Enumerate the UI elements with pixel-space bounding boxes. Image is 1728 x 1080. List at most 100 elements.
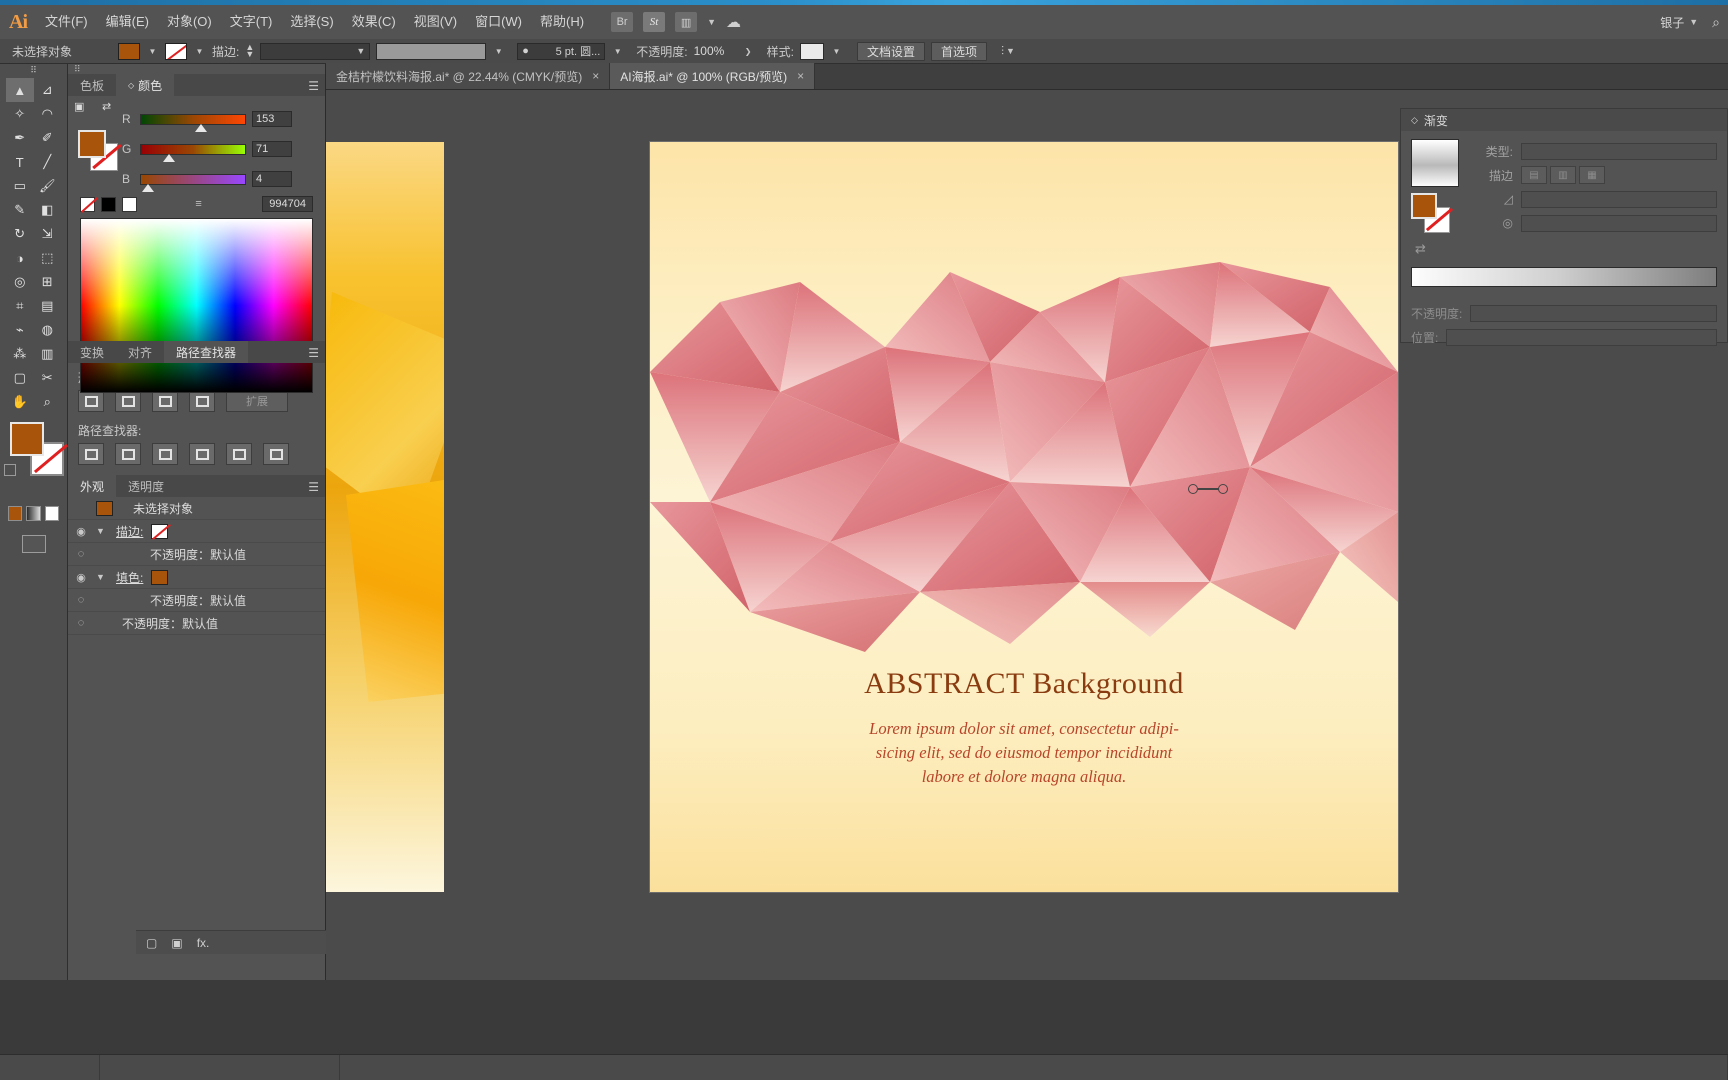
menu-help[interactable]: 帮助(H) [531,5,593,39]
stock-icon[interactable]: St [643,12,666,32]
visibility-eye-icon[interactable]: ◌ [74,617,88,629]
panel-menu-icon[interactable]: ☰ [308,480,319,494]
chevron-down-icon[interactable]: ▼ [707,17,716,27]
free-transform-tool[interactable]: ⬚ [34,246,62,270]
stroke-weight-input[interactable]: ▼ [260,42,371,60]
brush-definition-combo[interactable]: ● 5 pt. 圆... [517,42,606,60]
opacity-flyout-icon[interactable]: ❯ [741,42,755,60]
appearance-row-stroke-opacity[interactable]: ◌ 不透明度：默认值 [68,543,325,566]
add-effect-icon[interactable]: fx. [197,936,210,950]
tab-transform[interactable]: 变换 [68,341,116,363]
expand-button[interactable]: 扩展 [226,390,288,412]
bridge-icon[interactable]: Br [611,12,634,32]
scale-tool[interactable]: ⇲ [34,222,62,246]
visibility-eye-icon[interactable]: ◉ [74,525,88,538]
appearance-row-object-opacity[interactable]: ◌ 不透明度：默认值 [68,612,325,635]
trim-icon[interactable] [115,443,141,465]
style-dropdown-icon[interactable]: ▼ [829,42,843,60]
slider-knob-icon[interactable] [163,153,175,162]
selection-tool[interactable]: ▲ [6,78,34,102]
tab-color[interactable]: ◇ 颜色 [116,74,175,96]
column-graph-tool[interactable]: ▥ [34,342,62,366]
width-tool[interactable]: ◑ [6,246,34,270]
appearance-row-stroke[interactable]: ◉ ▼ 描边: [68,520,325,543]
graphic-style-swatch[interactable] [799,42,824,60]
opacity-value[interactable]: 100% [693,44,736,58]
gradient-slider-ramp[interactable] [1411,267,1717,287]
none-mode-button[interactable] [44,506,59,521]
rectangle-tool[interactable]: ▭ [6,174,34,198]
none-swatch-icon[interactable] [80,196,95,212]
color-mode-button[interactable] [8,506,23,521]
tab-pathfinder[interactable]: 路径查找器 [164,341,249,363]
slider-knob-icon[interactable] [195,123,207,132]
tab-swatches[interactable]: 色板 [68,74,116,96]
gradient-location-input[interactable] [1446,328,1717,346]
appearance-row-fill[interactable]: ◉ ▼ 填色: [68,566,325,589]
swap-fill-stroke-icon[interactable]: ⇄ [102,100,111,113]
intersect-icon[interactable] [152,390,178,412]
status-segment-left[interactable] [0,1054,100,1080]
panel-menu-icon[interactable]: ☰ [308,79,319,93]
channel-slider-g[interactable] [140,143,246,162]
close-icon[interactable]: × [592,69,599,83]
status-segment-tools[interactable] [100,1054,340,1080]
divide-icon[interactable] [78,443,104,465]
stroke-center-icon[interactable]: ▥ [1550,166,1576,184]
appearance-stroke-swatch[interactable] [151,523,169,539]
mesh-tool[interactable]: ⌗ [6,294,34,318]
add-stroke-icon[interactable]: ▢ [146,936,157,950]
magic-wand-tool[interactable]: ✧ [6,102,34,126]
document-tab-2[interactable]: AI海报.ai* @ 100% (RGB/预览) × [610,63,816,89]
default-fill-stroke-icon[interactable] [4,464,16,476]
type-tool[interactable]: T [6,150,34,174]
tab-align[interactable]: 对齐 [116,341,164,363]
variable-width-profile[interactable] [376,42,487,60]
gradient-opacity-input[interactable] [1470,304,1717,322]
channel-value-g[interactable]: 71 [252,141,292,157]
appearance-stroke-label[interactable]: 描边: [116,523,143,540]
white-swatch-icon[interactable] [122,196,137,212]
shape-builder-tool[interactable]: ◎ [6,270,34,294]
color-fill-swatch[interactable] [78,130,106,158]
unite-icon[interactable] [78,390,104,412]
document-tab-1[interactable]: 金桔柠檬饮料海报.ai* @ 22.44% (CMYK/预览) × [326,63,611,89]
add-fill-icon[interactable]: ▣ [171,936,182,950]
appearance-row-target[interactable]: 未选择对象 [68,497,325,520]
menu-file[interactable]: 文件(F) [36,5,97,39]
minus-front-icon[interactable] [115,390,141,412]
lasso-tool[interactable]: ◠ [34,102,62,126]
menu-object[interactable]: 对象(O) [158,5,221,39]
artboard[interactable]: ABSTRACT Background Lorem ipsum dolor si… [650,142,1398,892]
chevron-down-icon[interactable]: ▼ [96,526,108,536]
gradient-tool[interactable]: ▤ [34,294,62,318]
gradient-angle-input[interactable] [1521,190,1717,208]
menu-window[interactable]: 窗口(W) [466,5,531,39]
merge-icon[interactable] [152,443,178,465]
blend-tool[interactable]: ◍ [34,318,62,342]
direct-selection-tool[interactable]: ⊿ [34,78,62,102]
perspective-grid-tool[interactable]: ⊞ [34,270,62,294]
outline-icon[interactable] [226,443,252,465]
user-account-button[interactable]: 银子 ▼ [1660,14,1698,31]
stroke-dropdown-icon[interactable]: ▼ [193,42,206,60]
visibility-eye-icon[interactable]: ◌ [74,548,88,560]
channel-value-r[interactable]: 153 [252,111,292,127]
stroke-color-swatch[interactable] [165,42,187,60]
appearance-fill-label[interactable]: 填色: [116,569,143,586]
channel-slider-b[interactable] [140,173,246,192]
pencil-tool[interactable]: ✎ [6,198,34,222]
menu-select[interactable]: 选择(S) [281,5,342,39]
gradient-start-handle-icon[interactable] [1188,484,1198,494]
gradient-annotator[interactable] [1188,482,1230,496]
arrange-documents-icon[interactable]: ▥ [675,12,698,32]
width-profile-dropdown-icon[interactable]: ▼ [492,42,506,60]
gradient-fill-swatch[interactable] [1411,193,1437,219]
hand-tool[interactable]: ✋ [6,390,34,414]
eraser-tool[interactable]: ◧ [34,198,62,222]
gradient-type-select[interactable] [1521,142,1717,160]
color-spectrum-ramp[interactable] [80,218,313,393]
hex-value-input[interactable]: 994704 [262,196,313,212]
tools-panel-grip[interactable]: ⠿ [0,64,67,76]
pen-tool[interactable]: ✒ [6,126,34,150]
